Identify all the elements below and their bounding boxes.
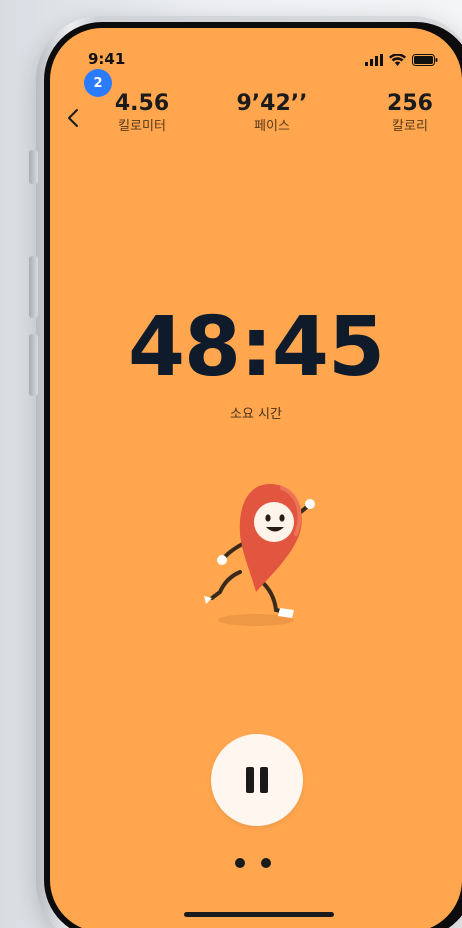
calories-label: 칼로리 (392, 119, 428, 134)
phone-volume-down (29, 334, 38, 396)
status-icons (365, 54, 438, 66)
pause-icon (246, 767, 254, 793)
phone-silent-switch (29, 150, 38, 184)
calories-value: 256 (387, 91, 433, 116)
pause-icon-bar (260, 767, 268, 793)
home-indicator[interactable] (184, 912, 334, 917)
page-dot[interactable] (261, 858, 271, 868)
elapsed-timer: 48:45 (127, 300, 385, 395)
wifi-icon (389, 54, 406, 66)
running-pin-mascot-icon (204, 484, 315, 626)
chevron-left-icon (68, 109, 78, 127)
pause-button[interactable] (211, 734, 303, 826)
page-dot[interactable] (235, 858, 245, 868)
battery-icon (412, 54, 438, 66)
distance-label: 킬로미터 (118, 119, 166, 134)
signal-icon (365, 54, 383, 66)
pace-value: 9’42’’ (236, 91, 308, 116)
distance-value: 4.56 (114, 91, 170, 116)
app-screen: 9:41 2 4.56 킬로미터 9’42’’ 페이스 256 칼로리 48:4… (50, 28, 462, 928)
status-bar: 9:41 (50, 28, 462, 68)
stat-distance: 4.56 킬로미터 (104, 90, 180, 136)
back-button[interactable] (62, 104, 84, 132)
page-indicator (235, 858, 271, 868)
stat-calories: 256 칼로리 (378, 90, 442, 136)
stat-pace: 9’42’’ 페이스 (226, 90, 318, 136)
elapsed-timer-label: 소요 시간 (230, 407, 282, 422)
status-time: 9:41 (88, 50, 126, 68)
pace-label: 페이스 (254, 119, 290, 134)
phone-volume-up (29, 256, 38, 318)
